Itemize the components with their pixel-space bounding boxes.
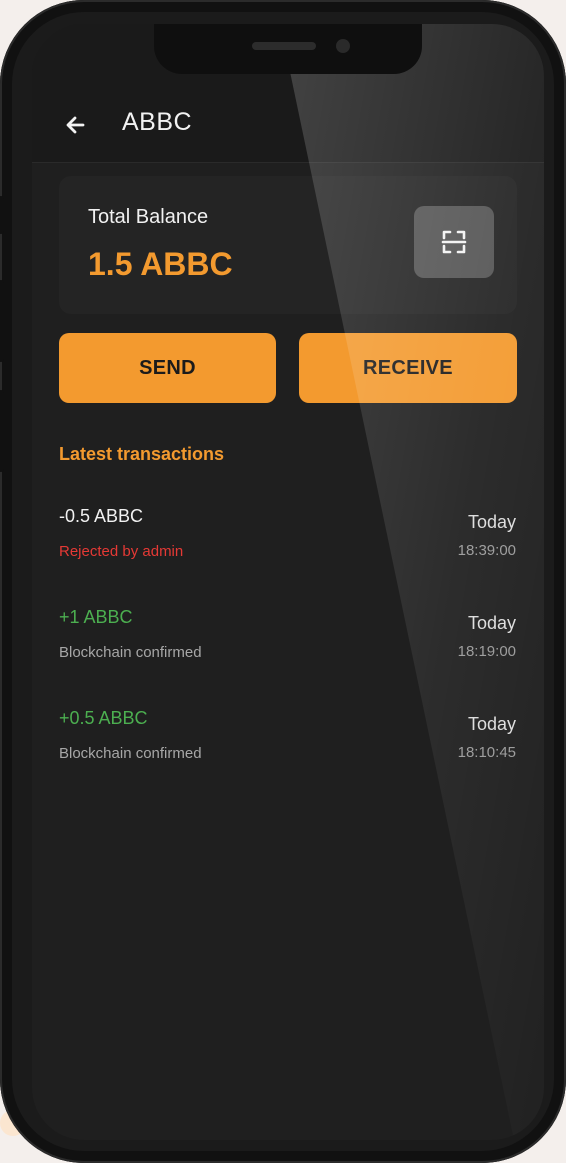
transaction-status: Blockchain confirmed [59, 644, 202, 661]
phone-notch [154, 24, 422, 74]
back-arrow-icon[interactable] [60, 108, 94, 142]
side-button [0, 390, 4, 472]
balance-card: Total Balance 1.5 ABBC [59, 176, 517, 314]
phone-frame: ABBC Total Balance 1.5 ABBC SEND RECEIVE [0, 0, 566, 1163]
transaction-status: Blockchain confirmed [59, 745, 202, 762]
transaction-amount: -0.5 ABBC [59, 506, 144, 526]
transaction-day: Today [467, 714, 516, 734]
transaction-status: Rejected by admin [59, 543, 184, 560]
page: ABBC Total Balance 1.5 ABBC SEND RECEIVE [0, 0, 566, 1163]
balance-value: 1.5 ABBC [88, 246, 233, 282]
transaction-day: Today [467, 512, 516, 532]
transaction-time: 18:10:45 [457, 744, 516, 761]
speaker-grill [252, 42, 316, 50]
send-button[interactable]: SEND [59, 333, 276, 403]
latest-transactions-title: Latest transactions [59, 444, 225, 464]
receive-button[interactable]: RECEIVE [299, 333, 517, 403]
app-header: ABBC [32, 88, 544, 163]
side-button [0, 196, 4, 234]
transaction-day: Today [467, 613, 516, 633]
balance-label: Total Balance [88, 206, 209, 228]
transaction-amount: +0.5 ABBC [59, 708, 148, 728]
transaction-item[interactable]: +1 ABBC Blockchain confirmed Today 18:19… [32, 607, 544, 687]
transaction-item[interactable]: +0.5 ABBC Blockchain confirmed Today 18:… [32, 708, 544, 788]
phone-screen: ABBC Total Balance 1.5 ABBC SEND RECEIVE [32, 24, 544, 1140]
scan-button[interactable] [414, 206, 494, 278]
transaction-item[interactable]: -0.5 ABBC Rejected by admin Today 18:39:… [32, 506, 544, 586]
transaction-amount: +1 ABBC [59, 607, 133, 627]
camera-dot [336, 39, 350, 53]
page-title: ABBC [122, 108, 193, 136]
transaction-time: 18:39:00 [457, 542, 516, 559]
scan-icon [441, 230, 467, 254]
transaction-time: 18:19:00 [457, 643, 516, 660]
side-button [0, 280, 4, 362]
